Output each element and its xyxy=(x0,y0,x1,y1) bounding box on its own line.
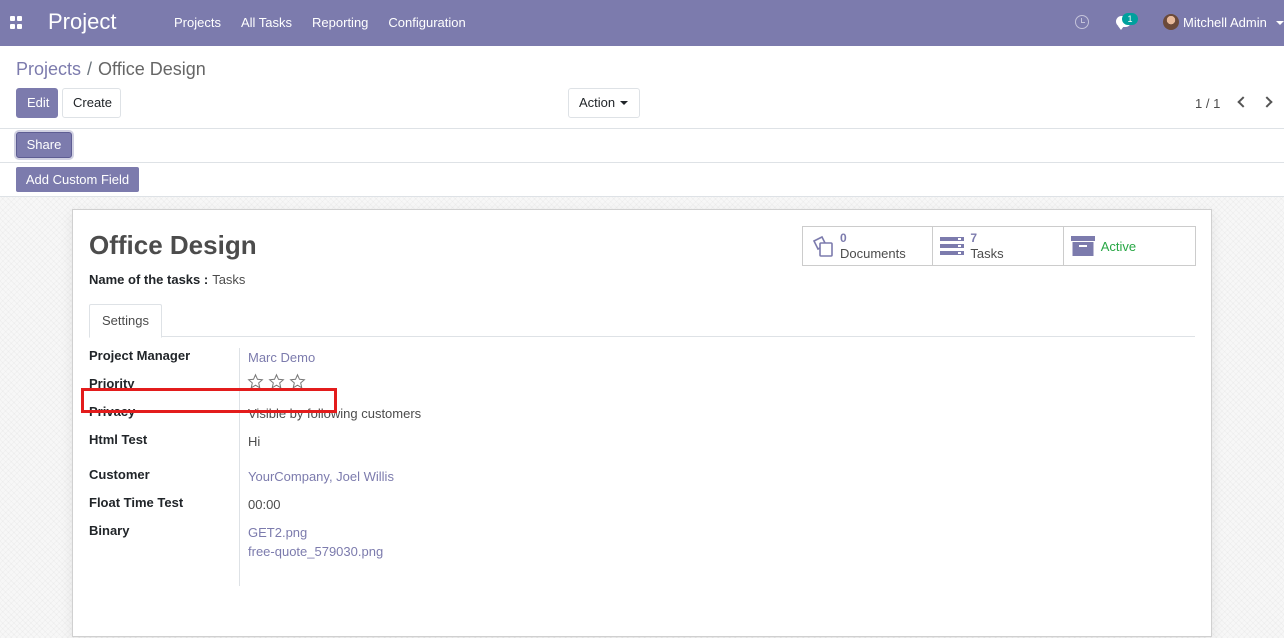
app-brand[interactable]: Project xyxy=(48,9,116,35)
custom-field-bar: Add Custom Field xyxy=(0,163,1284,197)
user-avatar[interactable] xyxy=(1163,14,1179,30)
breadcrumb-separator: / xyxy=(87,59,93,79)
archive-icon xyxy=(1070,236,1095,256)
apps-menu-icon[interactable] xyxy=(10,16,23,29)
customer-link[interactable]: YourCompany, Joel Willis xyxy=(248,469,394,484)
user-menu-caret-icon xyxy=(1276,21,1284,25)
field-label: Float Time Test xyxy=(89,495,184,510)
control-panel: Projects / Office Design Edit Create Actio… xyxy=(0,46,1284,129)
action-dropdown[interactable]: Action xyxy=(568,88,640,118)
breadcrumb-projects-link[interactable]: Projects xyxy=(16,59,81,79)
task-name-label: Name of the tasks : xyxy=(89,272,209,287)
task-name-row: Name of the tasks : Tasks xyxy=(89,272,245,287)
edit-button[interactable]: Edit xyxy=(16,88,58,118)
chat-counter-badge: 1 xyxy=(1122,13,1138,25)
notebook-tabs: Settings xyxy=(89,304,1195,338)
pager-previous-icon[interactable] xyxy=(1237,96,1249,108)
chevron-down-icon xyxy=(620,101,628,105)
float-time-value[interactable]: 00:00 xyxy=(248,497,281,512)
breadcrumb-current: Office Design xyxy=(98,59,206,79)
share-button[interactable]: Share xyxy=(16,132,72,158)
menu-item-configuration[interactable]: Configuration xyxy=(378,0,475,46)
form-background: Office Design Name of the tasks : Tasks 0… xyxy=(0,197,1284,638)
field-label: Binary xyxy=(89,523,130,538)
binary-file-link[interactable]: free-quote_579030.png xyxy=(248,544,383,559)
field-label: Customer xyxy=(89,467,150,482)
menu-item-projects[interactable]: Projects xyxy=(164,0,231,46)
pager-value[interactable]: 1 / 1 xyxy=(1195,96,1220,111)
field-divider xyxy=(239,348,240,586)
pager-next-icon[interactable] xyxy=(1261,96,1273,108)
form-sheet: Office Design Name of the tasks : Tasks 0… xyxy=(72,209,1212,637)
add-custom-field-button[interactable]: Add Custom Field xyxy=(16,167,139,192)
task-name-value: Tasks xyxy=(212,272,246,287)
main-menu: Projects All Tasks Reporting Configurati… xyxy=(164,0,476,46)
settings-fields: Project Manager Marc Demo Priority Priva… xyxy=(89,348,789,586)
tasks-count: 7 xyxy=(970,231,978,245)
active-status: Active xyxy=(1100,239,1137,254)
top-navbar: Project Projects All Tasks Reporting Con… xyxy=(0,0,1284,46)
create-button[interactable]: Create xyxy=(62,88,121,118)
tasks-smart-button[interactable]: 7 Tasks xyxy=(933,227,1064,265)
menu-item-all-tasks[interactable]: All Tasks xyxy=(231,0,302,46)
menu-item-reporting[interactable]: Reporting xyxy=(302,0,378,46)
field-label: Project Manager xyxy=(89,348,191,363)
documents-icon xyxy=(812,235,833,257)
breadcrumb: Projects / Office Design xyxy=(16,59,206,80)
html-test-value[interactable]: Hi xyxy=(248,434,260,449)
user-menu[interactable]: Mitchell Admin xyxy=(1183,0,1271,46)
tasks-label: Tasks xyxy=(970,246,1004,261)
active-toggle-button[interactable]: Active xyxy=(1064,227,1195,265)
smart-button-box: 0 Documents 7 Tasks Active xyxy=(802,226,1196,266)
project-manager-link[interactable]: Marc Demo xyxy=(248,350,315,365)
tab-settings[interactable]: Settings xyxy=(89,304,162,338)
share-bar: Share xyxy=(0,129,1284,163)
activity-clock-icon[interactable] xyxy=(1075,15,1089,29)
binary-file-link[interactable]: GET2.png xyxy=(248,525,307,540)
documents-smart-button[interactable]: 0 Documents xyxy=(803,227,934,265)
field-label: Html Test xyxy=(89,432,148,447)
project-title: Office Design xyxy=(89,230,257,260)
priority-highlight-box xyxy=(81,388,337,413)
documents-count: 0 xyxy=(840,231,847,245)
tasks-icon xyxy=(940,237,965,255)
documents-label: Documents xyxy=(840,246,906,261)
action-label: Action xyxy=(579,95,616,110)
